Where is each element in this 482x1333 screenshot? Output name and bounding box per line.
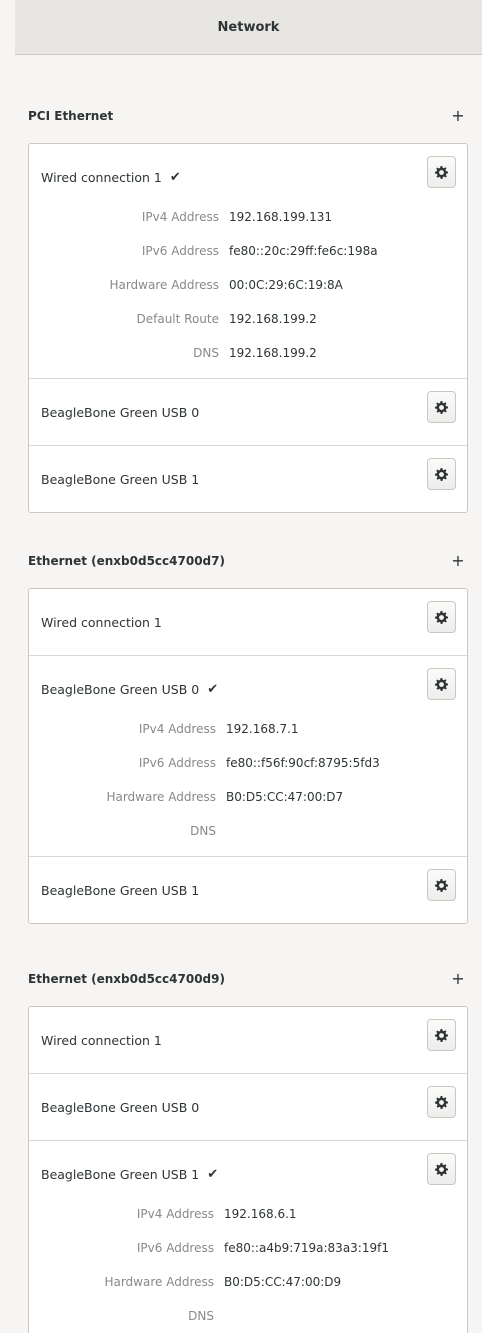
connection-row[interactable]: BeagleBone Green USB 1	[29, 857, 467, 923]
add-connection-button[interactable]: +	[448, 106, 468, 125]
settings-button[interactable]	[427, 1086, 456, 1118]
detail-ipv6: IPv6 Address fe80::a4b9:719a:83a3:19f1	[136, 1241, 389, 1255]
connection-details: IPv4 Address 192.168.199.131 IPv6 Address…	[29, 200, 467, 378]
connection-list: Wired connection 1 BeagleBone Green USB …	[28, 588, 468, 924]
detail-ipv6: IPv6 Address fe80::20c:29ff:fe6c:198a	[141, 244, 378, 258]
detail-hardware-address: Hardware Address B0:D5:CC:47:00:D9	[104, 1275, 342, 1289]
connection-name: Wired connection 1	[41, 614, 162, 630]
settings-button[interactable]	[427, 668, 456, 700]
gear-icon	[435, 467, 448, 481]
connection-name: BeagleBone Green USB 1	[41, 471, 200, 487]
gear-icon	[435, 677, 448, 691]
connection-row[interactable]: Wired connection 1	[29, 589, 467, 656]
detail-hardware-address: Hardware Address B0:D5:CC:47:00:D7	[106, 790, 344, 804]
gear-icon	[435, 1028, 448, 1042]
gear-icon	[435, 878, 448, 892]
settings-button[interactable]	[427, 458, 456, 490]
connection-row[interactable]: BeagleBone Green USB 1 ✔ IPv4 Address 192…	[29, 1141, 467, 1333]
window-title: Network	[217, 19, 280, 35]
detail-ipv6: IPv6 Address fe80::f56f:90cf:8795:5fd3	[138, 756, 380, 770]
detail-hardware-address: Hardware Address 00:0C:29:6C:19:8A	[109, 278, 343, 292]
connection-name: BeagleBone Green USB 0	[41, 404, 200, 420]
checkmark-icon: ✔	[207, 681, 219, 697]
detail-dns: DNS	[188, 1309, 214, 1323]
connection-row[interactable]: BeagleBone Green USB 0 ✔ IPv4 Address 192…	[29, 656, 467, 857]
add-connection-button[interactable]: +	[448, 551, 468, 570]
connection-list: Wired connection 1 BeagleBone Green USB …	[28, 1006, 468, 1333]
connection-name: Wired connection 1	[41, 169, 162, 185]
connection-name: BeagleBone Green USB 1	[41, 1166, 200, 1182]
connection-name: Wired connection 1	[41, 1032, 162, 1048]
connection-details: IPv4 Address 192.168.7.1 IPv6 Address fe80…	[29, 712, 467, 856]
connection-name: BeagleBone Green USB 0	[41, 1099, 200, 1115]
section-header-ethernet-d9: Ethernet (enxb0d5cc4700d9) +	[28, 969, 468, 988]
connection-list: Wired connection 1 ✔ IPv4 Address 192.168…	[28, 143, 468, 513]
section-title: PCI Ethernet	[28, 108, 114, 123]
section-header-ethernet-d7: Ethernet (enxb0d5cc4700d7) +	[28, 551, 468, 570]
detail-dns: DNS	[190, 824, 216, 838]
settings-button[interactable]	[427, 1019, 456, 1051]
connection-row[interactable]: BeagleBone Green USB 0	[29, 1074, 467, 1141]
connection-row[interactable]: BeagleBone Green USB 1	[29, 446, 467, 512]
connection-row[interactable]: BeagleBone Green USB 0	[29, 379, 467, 446]
connection-row[interactable]: Wired connection 1	[29, 1007, 467, 1074]
gear-icon	[435, 610, 448, 624]
settings-button[interactable]	[427, 1153, 456, 1185]
gear-icon	[435, 1162, 448, 1176]
connection-details: IPv4 Address 192.168.6.1 IPv6 Address fe80…	[29, 1197, 467, 1333]
section-header-pci-ethernet: PCI Ethernet +	[28, 106, 468, 125]
settings-button[interactable]	[427, 601, 456, 633]
settings-button[interactable]	[427, 156, 456, 188]
gear-icon	[435, 400, 448, 414]
connection-name: BeagleBone Green USB 1	[41, 882, 200, 898]
connection-name: BeagleBone Green USB 0	[41, 681, 200, 697]
checkmark-icon: ✔	[207, 1166, 219, 1182]
detail-ipv4: IPv4 Address 192.168.6.1	[136, 1207, 297, 1221]
gear-icon	[435, 1095, 448, 1109]
connection-row[interactable]: Wired connection 1 ✔ IPv4 Address 192.168…	[29, 144, 467, 379]
settings-button[interactable]	[427, 869, 456, 901]
settings-button[interactable]	[427, 391, 456, 423]
section-title: Ethernet (enxb0d5cc4700d9)	[28, 971, 225, 986]
add-connection-button[interactable]: +	[448, 969, 468, 988]
section-title: Ethernet (enxb0d5cc4700d7)	[28, 553, 225, 568]
detail-ipv4: IPv4 Address 192.168.199.131	[141, 210, 333, 224]
detail-dns: DNS 192.168.199.2	[193, 346, 317, 360]
window-titlebar: Network	[15, 0, 482, 55]
detail-default-route: Default Route 192.168.199.2	[136, 312, 317, 326]
detail-ipv4: IPv4 Address 192.168.7.1	[138, 722, 299, 736]
gear-icon	[435, 165, 448, 179]
checkmark-icon: ✔	[169, 169, 181, 185]
